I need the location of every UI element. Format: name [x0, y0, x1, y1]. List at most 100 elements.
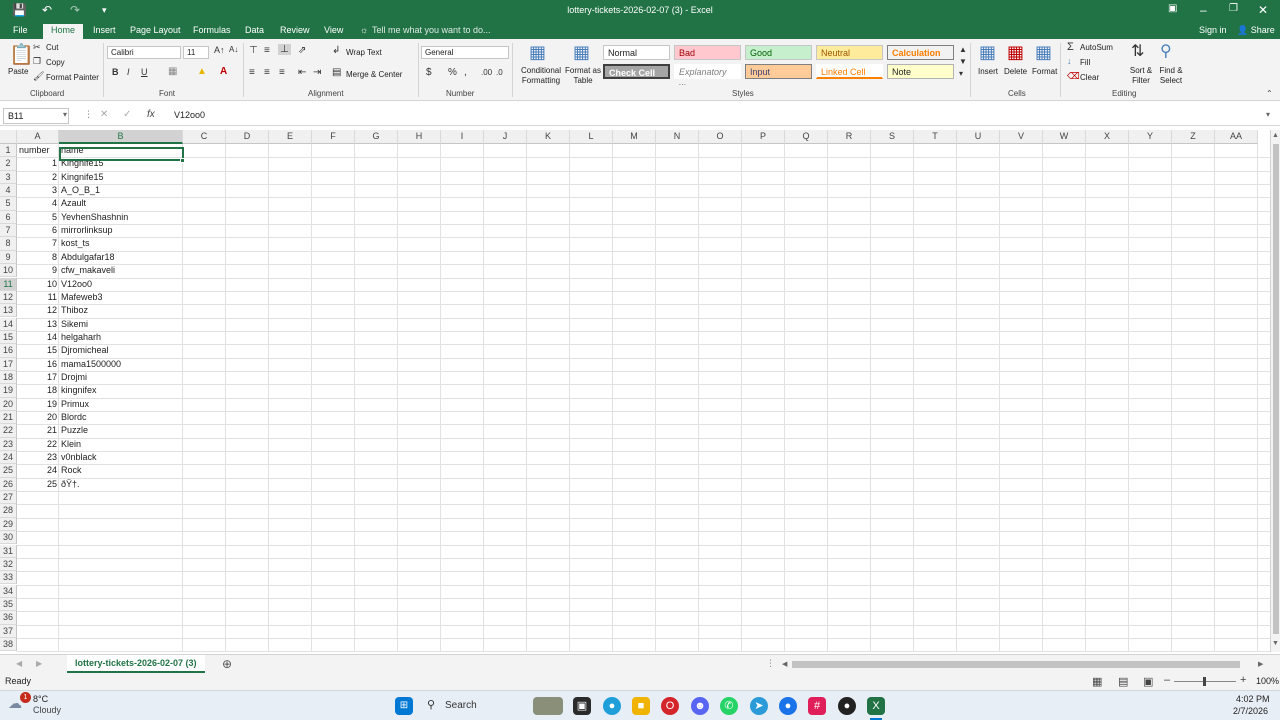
- row-header-18[interactable]: 18: [0, 370, 17, 385]
- cell-number[interactable]: 8: [17, 251, 59, 264]
- sort-filter-button[interactable]: Sort & Filter: [1126, 66, 1156, 86]
- slack-icon[interactable]: #: [808, 697, 826, 715]
- row-header-29[interactable]: 29: [0, 517, 17, 532]
- normal-view-icon[interactable]: ▦: [1092, 675, 1102, 688]
- row-header-3[interactable]: 3: [0, 170, 17, 184]
- row-header-38[interactable]: 38: [0, 637, 17, 652]
- cell-number[interactable]: 7: [17, 237, 59, 250]
- top-align-icon[interactable]: ⊤: [249, 45, 258, 56]
- cell-name[interactable]: Blordc: [59, 411, 183, 424]
- cell-number[interactable]: 23: [17, 451, 59, 464]
- tell-me-search[interactable]: Tell me what you want to do...: [372, 24, 491, 39]
- paste-icon[interactable]: 📋: [9, 42, 34, 67]
- autosum-icon[interactable]: Σ: [1067, 41, 1074, 53]
- worksheet-grid[interactable]: A B C D E F G H I J K L M N O P Q R S T U V W X Y Z AA 1 2 3 4 5 6 7 8 9 10…: [0, 130, 1270, 652]
- decrease-font-icon[interactable]: A↓: [229, 45, 238, 54]
- column-header-r[interactable]: R: [828, 130, 871, 144]
- column-header-z[interactable]: Z: [1172, 130, 1215, 144]
- style-explanatory[interactable]: Explanatory ...: [674, 64, 741, 87]
- telegram-icon[interactable]: ➤: [750, 697, 768, 715]
- format-cells-icon[interactable]: ▦: [1035, 42, 1052, 63]
- row-header-35[interactable]: 35: [0, 597, 17, 612]
- cell-number[interactable]: 13: [17, 318, 59, 331]
- cell-name[interactable]: YevhenShashnin: [59, 211, 183, 224]
- sign-in-link[interactable]: Sign in: [1199, 24, 1227, 39]
- styles-scroll-up-icon[interactable]: ▲: [959, 45, 967, 54]
- row-header-31[interactable]: 31: [0, 544, 17, 558]
- row-header-13[interactable]: 13: [0, 304, 17, 318]
- cell-number[interactable]: 20: [17, 411, 59, 424]
- weather-desc[interactable]: Cloudy: [33, 705, 61, 715]
- column-header-y[interactable]: Y: [1129, 130, 1172, 144]
- copy-icon[interactable]: ❐: [33, 56, 41, 67]
- wrap-text-icon[interactable]: ↲: [332, 45, 340, 56]
- row-header-36[interactable]: 36: [0, 611, 17, 625]
- cell-number[interactable]: 10: [17, 278, 59, 291]
- increase-indent-icon[interactable]: ⇥: [313, 67, 321, 78]
- style-input[interactable]: Input: [745, 64, 812, 79]
- format-painter-button[interactable]: Format Painter: [46, 73, 99, 82]
- column-header-n[interactable]: N: [656, 130, 699, 144]
- tab-formulas[interactable]: Formulas: [193, 24, 231, 39]
- cell-name[interactable]: Puzzle: [59, 424, 183, 437]
- column-header-b[interactable]: B: [59, 130, 183, 144]
- cell-number[interactable]: 15: [17, 344, 59, 357]
- cell-number[interactable]: 18: [17, 384, 59, 397]
- cell-number[interactable]: 11: [17, 291, 59, 304]
- whatsapp-icon[interactable]: ✆: [720, 697, 738, 715]
- zoom-in-icon[interactable]: +: [1240, 674, 1246, 686]
- cell-number[interactable]: number: [17, 144, 59, 157]
- currency-button[interactable]: $: [426, 67, 432, 78]
- row-header-23[interactable]: 23: [0, 437, 17, 451]
- formula-input[interactable]: V12oo0: [174, 110, 205, 120]
- underline-button[interactable]: U: [141, 67, 148, 77]
- cell-name[interactable]: mama1500000: [59, 358, 183, 371]
- column-header-h[interactable]: H: [398, 130, 441, 144]
- row-header-25[interactable]: 25: [0, 464, 17, 478]
- fill-handle[interactable]: [180, 158, 185, 163]
- chrome-icon[interactable]: ●: [603, 697, 621, 715]
- tab-file[interactable]: File: [13, 24, 28, 39]
- column-header-t[interactable]: T: [914, 130, 957, 144]
- column-header-g[interactable]: G: [355, 130, 398, 144]
- tab-view[interactable]: View: [324, 24, 343, 39]
- discord-icon[interactable]: ☻: [691, 697, 709, 715]
- cell-name[interactable]: V12oo0: [59, 278, 183, 291]
- merge-center-button[interactable]: Merge & Center: [346, 70, 402, 79]
- cell-number[interactable]: 4: [17, 197, 59, 210]
- row-header-9[interactable]: 9: [0, 250, 17, 265]
- conditional-formatting-button[interactable]: Conditional Formatting: [516, 66, 566, 86]
- close-icon[interactable]: ✕: [1258, 3, 1268, 17]
- row-header-16[interactable]: 16: [0, 344, 17, 358]
- center-icon[interactable]: ≡: [264, 67, 270, 78]
- column-header-w[interactable]: W: [1043, 130, 1086, 144]
- weather-temp[interactable]: 8°C: [33, 694, 48, 704]
- cut-button[interactable]: Cut: [46, 43, 58, 52]
- column-header-x[interactable]: X: [1086, 130, 1129, 144]
- name-box-dropdown-icon[interactable]: ▾: [63, 110, 67, 119]
- cell-number[interactable]: 24: [17, 464, 59, 477]
- bottom-align-icon[interactable]: ⊥: [278, 44, 291, 55]
- decrease-decimal-icon[interactable]: .0: [496, 68, 503, 77]
- row-header-24[interactable]: 24: [0, 451, 17, 465]
- tab-page-layout[interactable]: Page Layout: [130, 24, 181, 39]
- format-as-table-button[interactable]: Format as Table: [563, 66, 603, 86]
- cell-number[interactable]: 25: [17, 478, 59, 491]
- delete-cells-icon[interactable]: ▦: [1007, 42, 1024, 63]
- cell-number[interactable]: 19: [17, 398, 59, 411]
- cell-name[interactable]: Thiboz: [59, 304, 183, 317]
- row-header-7[interactable]: 7: [0, 224, 17, 238]
- fill-button[interactable]: Fill: [1080, 58, 1090, 67]
- page-layout-view-icon[interactable]: ▤: [1118, 675, 1128, 688]
- style-note[interactable]: Note: [887, 64, 954, 79]
- fill-color-icon[interactable]: ▲: [197, 66, 207, 77]
- delete-cells-button[interactable]: Delete: [1004, 67, 1027, 76]
- style-check-cell[interactable]: Check Cell: [603, 64, 670, 79]
- minimize-icon[interactable]: –: [1200, 3, 1207, 17]
- row-header-33[interactable]: 33: [0, 571, 17, 585]
- taskbar-search[interactable]: Search: [445, 700, 477, 711]
- column-header-aa[interactable]: AA: [1215, 130, 1258, 144]
- bold-button[interactable]: B: [112, 67, 119, 77]
- search-icon[interactable]: ⚲: [427, 698, 435, 711]
- browser-icon[interactable]: ●: [779, 697, 797, 715]
